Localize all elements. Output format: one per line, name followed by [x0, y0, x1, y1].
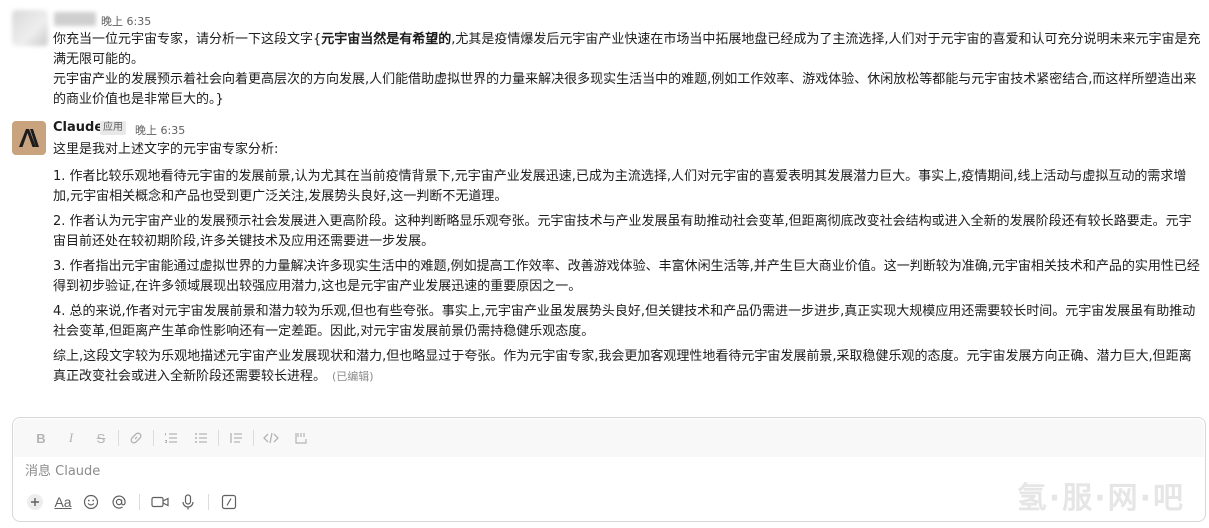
analysis-conclusion: 综上,这段文字较为乐观地描述元宇宙产业发展现状和潜力,但也略显过于夸张。作为元宇…: [53, 347, 1203, 387]
link-icon[interactable]: [121, 426, 151, 450]
claude-logo-icon: [19, 129, 39, 147]
claude-message-body: 这里是我对上述文字的元宇宙专家分析: 1. 作者比较乐观地看待元宇宙的发展前景,…: [53, 140, 1203, 387]
app-badge: 应用: [100, 121, 126, 135]
ordered-list-icon[interactable]: [156, 426, 186, 450]
code-icon[interactable]: [256, 426, 286, 450]
composer-actions: Aa: [21, 489, 243, 515]
edited-label: (已编辑): [332, 370, 374, 383]
analysis-point-2: 2. 作者认为元宇宙产业的发展预示社会发展进入更高阶段。这种判断略显乐观夸张。元…: [53, 214, 1192, 249]
toolbar-divider: [208, 494, 209, 510]
text-format-glyph: Aa: [54, 494, 72, 510]
video-icon[interactable]: [146, 490, 174, 514]
conclusion-text: 综上,这段文字较为乐观地描述元宇宙产业发展现状和潜力,但也略显过于夸张。作为元宇…: [53, 349, 1192, 384]
claude-message: Claude 应用 晚上 6:35 这里是我对上述文字的元宇宙专家分析: 1. …: [0, 0, 1209, 410]
italic-icon[interactable]: I: [56, 426, 86, 450]
claude-avatar[interactable]: [12, 121, 46, 155]
message-timestamp[interactable]: 晚上 6:35: [135, 122, 185, 138]
analysis-point-4: 4. 总的来说,作者对元宇宙发展前景和潜力较为乐观,但也有些夸张。事实上,元宇宙…: [53, 304, 1196, 339]
emoji-icon[interactable]: [77, 490, 105, 514]
analysis-point-1: 1. 作者比较乐观地看待元宇宙的发展前景,认为尤其在当前疫情背景下,元宇宙产业发…: [53, 169, 1187, 204]
microphone-icon[interactable]: [174, 490, 202, 514]
bulleted-list-icon[interactable]: [186, 426, 216, 450]
toolbar-divider: [253, 430, 254, 446]
plus-icon[interactable]: [21, 490, 49, 514]
message-composer: B I S Aa: [12, 417, 1206, 522]
bold-icon[interactable]: B: [26, 426, 56, 450]
toolbar-divider: [139, 494, 140, 510]
code-block-icon[interactable]: [286, 426, 316, 450]
claude-intro: 这里是我对上述文字的元宇宙专家分析:: [53, 142, 279, 157]
strikethrough-icon[interactable]: S: [86, 426, 116, 450]
toolbar-divider: [153, 430, 154, 446]
toolbar-divider: [118, 430, 119, 446]
blockquote-icon[interactable]: [221, 426, 251, 450]
analysis-point-3: 3. 作者指出元宇宙能通过虚拟世界的力量解决许多现实生活中的难题,例如提高工作效…: [53, 259, 1200, 294]
toolbar-divider: [218, 430, 219, 446]
slash-command-icon[interactable]: [215, 490, 243, 514]
italic-glyph: I: [68, 430, 74, 445]
watermark-logo: 氢·服·网·吧: [1016, 481, 1185, 516]
mention-icon[interactable]: [105, 490, 133, 514]
strike-glyph: S: [96, 430, 106, 446]
bold-glyph: B: [36, 430, 46, 446]
claude-author-name[interactable]: Claude: [53, 120, 103, 135]
text-format-icon[interactable]: Aa: [49, 490, 77, 514]
formatting-toolbar: B I S: [14, 419, 1204, 457]
